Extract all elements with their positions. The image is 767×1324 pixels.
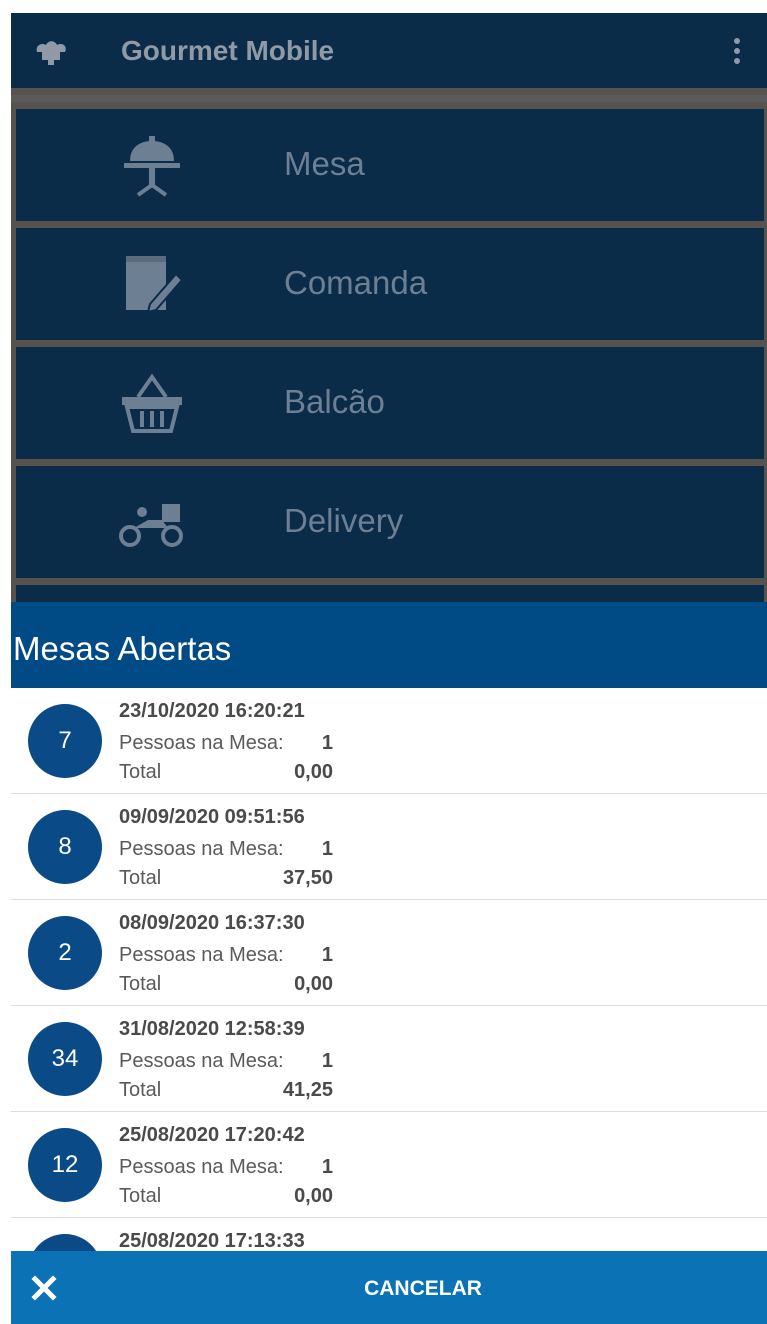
menu-item-mesa[interactable]: Mesa — [16, 109, 764, 221]
table-row[interactable]: 34 31/08/2020 12:58:39 Pessoas na Mesa: … — [11, 1006, 767, 1112]
basket-icon — [122, 373, 182, 433]
overflow-menu-icon[interactable] — [729, 35, 745, 75]
people-label: Pessoas na Mesa: — [119, 1156, 284, 1178]
table-row[interactable]: 7 23/10/2020 16:20:21 Pessoas na Mesa: 1… — [11, 688, 767, 794]
table-number-badge: 2 — [28, 916, 102, 990]
opened-datetime: 31/08/2020 12:58:39 — [119, 1018, 305, 1040]
table-row[interactable]: 8 09/09/2020 09:51:56 Pessoas na Mesa: 1… — [11, 794, 767, 900]
opened-datetime: 23/10/2020 16:20:21 — [119, 700, 305, 722]
opened-datetime: 25/08/2020 17:20:42 — [119, 1124, 305, 1146]
table-row[interactable]: 25/08/2020 17:13:33 — [11, 1218, 767, 1251]
total-label: Total — [119, 1079, 162, 1101]
table-number-badge: 34 — [28, 1022, 102, 1096]
chef-hat-icon — [36, 41, 66, 65]
cancel-label: CANCELAR — [364, 1277, 482, 1300]
total-label: Total — [119, 1185, 162, 1207]
table-number-badge — [28, 1234, 102, 1251]
menu-item-label: Delivery — [284, 502, 404, 539]
people-count: 1 — [321, 838, 333, 860]
app-title: Gourmet Mobile — [121, 35, 335, 66]
table-row[interactable]: 12 25/08/2020 17:20:42 Pessoas na Mesa: … — [11, 1112, 767, 1218]
people-count: 1 — [321, 1156, 333, 1178]
opened-datetime: 08/09/2020 16:37:30 — [119, 912, 305, 934]
open-tables-dialog: Mesas Abertas 7 23/10/2020 16:20:21 Pess… — [11, 602, 767, 1324]
phone-screen: Gourmet Mobile Mesa Comanda Balcão Deliv… — [11, 13, 767, 1324]
total-value: 37,50 — [282, 867, 333, 889]
opened-datetime: 25/08/2020 17:13:33 — [119, 1230, 305, 1251]
dialog-title: Mesas Abertas — [13, 630, 232, 667]
table-number-badge: 12 — [28, 1128, 102, 1202]
people-count: 1 — [321, 1050, 333, 1072]
open-tables-list[interactable]: 7 23/10/2020 16:20:21 Pessoas na Mesa: 1… — [11, 688, 767, 1251]
screenshot-frame: Gourmet Mobile Mesa Comanda Balcão Deliv… — [0, 0, 767, 1324]
table-row[interactable]: 2 08/09/2020 16:37:30 Pessoas na Mesa: 1… — [11, 900, 767, 1006]
people-count: 1 — [321, 944, 333, 966]
menu-item-delivery[interactable]: Delivery — [16, 466, 764, 578]
people-label: Pessoas na Mesa: — [119, 732, 284, 754]
people-label: Pessoas na Mesa: — [119, 838, 284, 860]
opened-datetime: 09/09/2020 09:51:56 — [119, 806, 305, 828]
main-menu: Mesa Comanda Balcão Delivery — [11, 102, 767, 697]
table-cloche-icon — [124, 136, 180, 197]
total-value: 41,25 — [282, 1079, 333, 1101]
menu-item-label: Balcão — [284, 383, 385, 420]
cancel-button[interactable]: CANCELAR — [11, 1251, 767, 1324]
total-value: 0,00 — [294, 761, 333, 783]
menu-item-balcao[interactable]: Balcão — [16, 347, 764, 459]
table-number-badge: 7 — [28, 704, 102, 778]
people-label: Pessoas na Mesa: — [119, 1050, 284, 1072]
total-label: Total — [119, 761, 162, 783]
menu-item-label: Comanda — [284, 264, 428, 301]
app-bar: Gourmet Mobile — [11, 13, 767, 95]
total-value: 0,00 — [294, 1185, 333, 1207]
table-number-badge: 8 — [28, 810, 102, 884]
people-label: Pessoas na Mesa: — [119, 944, 284, 966]
total-label: Total — [119, 867, 162, 889]
people-count: 1 — [321, 732, 333, 754]
menu-item-label: Mesa — [284, 145, 365, 182]
total-label: Total — [119, 973, 162, 995]
dialog-header: Mesas Abertas — [11, 602, 767, 688]
notepad-pen-icon — [126, 256, 184, 314]
delivery-scooter-icon — [119, 504, 183, 547]
menu-item-comanda[interactable]: Comanda — [16, 228, 764, 340]
total-value: 0,00 — [294, 973, 333, 995]
